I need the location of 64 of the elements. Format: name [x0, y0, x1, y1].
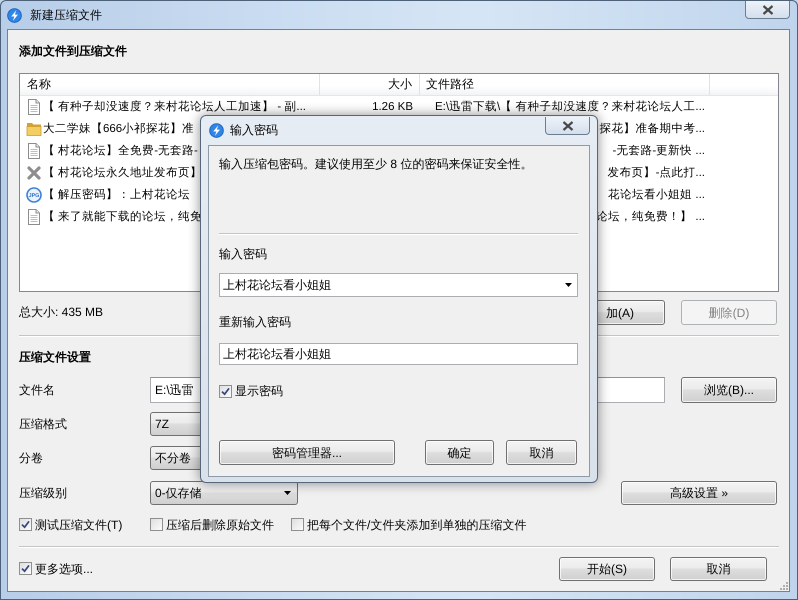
caret-icon [565, 283, 572, 287]
dialog-button[interactable]: 开始(S) [559, 557, 655, 581]
file-path: 探花】准备期中考... [599, 122, 705, 136]
checkbox[interactable] [19, 562, 32, 576]
file-name[interactable]: 【 村花论坛永久地址发布页】 [43, 166, 202, 180]
side-button[interactable]: 浏览(B)... [681, 377, 777, 403]
file-name[interactable]: 【 解压密码】：上村花论坛 [43, 188, 190, 202]
total-size: 总大小: 435 MB [19, 305, 104, 320]
side-button[interactable]: 高级设置 » [621, 481, 777, 505]
app-icon [7, 8, 22, 22]
checkbox-label[interactable]: 把每个文件/文件夹添加到单独的压缩文件 [307, 518, 526, 532]
checkmark-icon [21, 564, 30, 574]
checkbox[interactable] [19, 518, 32, 532]
cross-icon [26, 165, 42, 181]
checkbox-label[interactable]: 测试压缩文件(T) [35, 518, 122, 532]
file-name[interactable]: 大二学妹【666小祁探花】准 [43, 122, 194, 136]
file-path: 花论坛看小姐姐 ... [608, 188, 705, 202]
field-label: 压缩格式 [19, 416, 68, 432]
file-name[interactable]: 【 有种子却没速度？来村花论坛人工加速】 - 副... [43, 100, 306, 114]
dialog-button[interactable]: 确定 [425, 440, 494, 465]
file-size: 1.26 KB [372, 100, 413, 114]
section-title: 压缩文件设置 [19, 349, 91, 366]
field-label: 分卷 [19, 450, 44, 466]
close-icon [562, 120, 574, 130]
password-manager-button[interactable]: 密码管理器... [219, 440, 395, 465]
password-field[interactable]: 上村花论坛看小姐姐 [219, 343, 578, 365]
checkmark-icon [21, 520, 30, 530]
column-header[interactable]: 名称 [20, 74, 320, 95]
file-path: 发布页】-点此打... [608, 166, 705, 180]
dialog-title: 输入密码 [230, 123, 278, 138]
document-icon [26, 99, 42, 115]
document-icon [26, 143, 42, 159]
dialog-button[interactable]: 取消 [506, 440, 577, 465]
column-header[interactable]: 文件路径 [420, 74, 710, 95]
checkbox-label[interactable]: 更多选项... [35, 562, 94, 576]
password-combobox[interactable]: 上村花论坛看小姐姐 [219, 273, 578, 297]
dialog-button[interactable]: 取消 [670, 557, 767, 581]
checkbox[interactable] [219, 384, 232, 398]
dropdown[interactable]: 0-仅存储 [150, 481, 298, 505]
checkbox-label[interactable]: 显示密码 [235, 384, 283, 398]
section-title: 添加文件到压缩文件 [19, 43, 127, 60]
file-name[interactable]: 【 来了就能下载的论坛，纯免 [43, 210, 202, 224]
field-label: 输入密码 [219, 246, 267, 263]
document-icon [26, 209, 42, 225]
file-path: E:\迅雷下载\【 有种子却没速度？来村花论坛人工... [434, 100, 705, 114]
app-icon [209, 123, 224, 138]
resize-grip-icon [780, 582, 788, 590]
caret-icon [284, 491, 291, 495]
window-title: 新建压缩文件 [30, 8, 102, 22]
field-label: 压缩级别 [19, 486, 68, 500]
file-path: -无套路-更新快 ... [612, 144, 705, 158]
checkbox[interactable] [291, 518, 304, 532]
file-name[interactable]: 【 村花论坛】全免费-无套路- [43, 144, 198, 158]
folder-icon [26, 121, 42, 137]
checkbox[interactable] [150, 518, 163, 532]
close-button[interactable] [545, 117, 590, 135]
dialog-message: 输入压缩包密码。建议使用至少 8 位的密码来保证安全性。 [219, 156, 532, 173]
field-label: 文件名 [19, 382, 56, 398]
column-header[interactable]: 大小 [320, 74, 420, 95]
checkmark-icon [221, 386, 230, 396]
close-button[interactable] [745, 1, 790, 19]
field-label: 重新输入密码 [219, 314, 291, 331]
close-icon [762, 4, 774, 14]
checkbox-label[interactable]: 压缩后删除原始文件 [166, 518, 274, 532]
